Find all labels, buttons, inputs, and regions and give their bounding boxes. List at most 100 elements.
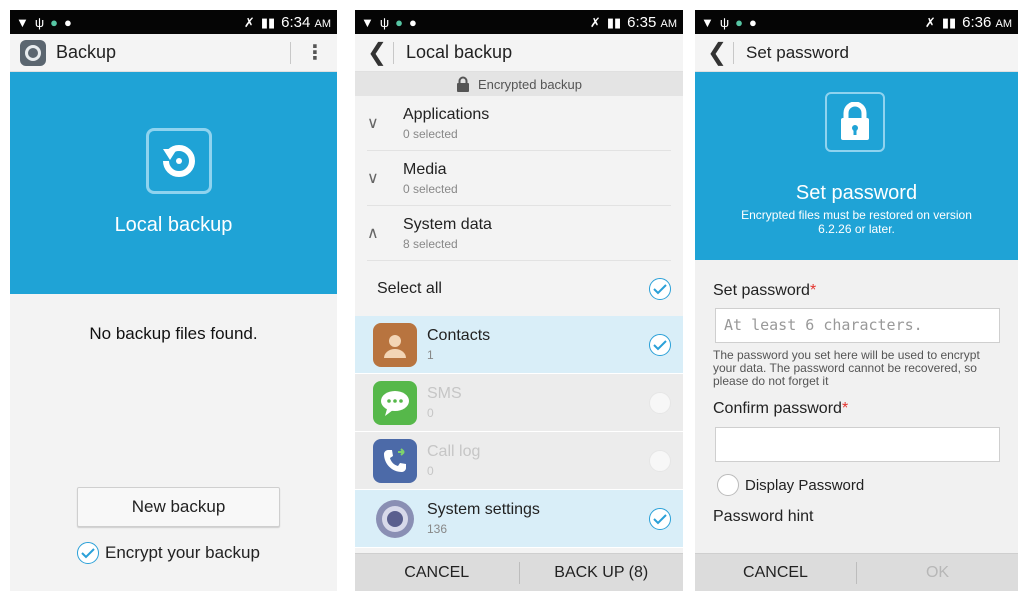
encrypt-label: Encrypt your backup: [105, 543, 260, 562]
usb-icon: ψ: [34, 14, 45, 30]
wifi-icon: ▼: [701, 14, 714, 30]
check-icon: [77, 542, 99, 564]
category-media[interactable]: ∨ Media 0 selected: [367, 151, 671, 206]
category-title: Applications: [403, 105, 490, 123]
encrypt-checkbox[interactable]: Encrypt your backup: [77, 542, 260, 564]
item-call-log[interactable]: Call log 0: [355, 432, 683, 490]
select-all-check-icon[interactable]: [649, 277, 671, 300]
category-system-data[interactable]: ∧ System data 8 selected: [367, 206, 671, 261]
status-time: 6:35 AM: [627, 13, 677, 31]
set-password-hero: Set password Encrypted files must be res…: [695, 72, 1018, 260]
bottom-action-bar: CANCEL BACK UP (8): [355, 553, 683, 591]
item-check-icon[interactable]: [649, 333, 671, 356]
page-title: Local backup: [406, 42, 513, 62]
category-title: Media: [403, 160, 447, 178]
usb-icon: ψ: [379, 14, 390, 30]
contacts-icon: [373, 322, 417, 367]
select-all-label: Select all: [377, 279, 442, 297]
back-icon[interactable]: ❮: [707, 38, 727, 67]
category-count: 0 selected: [403, 181, 458, 196]
sms-icon: [373, 380, 417, 425]
item-title: Contacts: [427, 327, 491, 344]
cancel-button[interactable]: CANCEL: [355, 564, 519, 582]
item-check-icon[interactable]: [649, 391, 671, 414]
divider: [733, 41, 734, 64]
chevron-up-icon: ∧: [367, 225, 379, 242]
wifi-icon: ▼: [16, 14, 29, 30]
category-count: 0 selected: [403, 126, 458, 141]
status-bar: ▼ ψ ● ● ✗ ▮▮ 6:35 AM: [355, 10, 683, 34]
app-notification-icon: ●: [50, 14, 59, 30]
set-password-screen: ▼ ψ ● ● ✗ ▮▮ 6:36 AM ❮ Set password Set …: [695, 10, 1018, 591]
battery-icon: ▮▮: [941, 14, 957, 30]
app-notification-icon: ●: [735, 14, 744, 30]
hero-title: Set password: [795, 182, 918, 204]
local-backup-hero[interactable]: Local backup: [10, 72, 337, 294]
item-count: 0: [427, 406, 434, 420]
item-check-icon[interactable]: [649, 449, 671, 472]
back-up-button[interactable]: BACK UP (8): [520, 564, 684, 582]
backup-screen: ▼ ψ ● ● ✗ ▮▮ 6:34 AM Backup ⋮ Local back…: [10, 10, 337, 591]
backup-app-icon[interactable]: [20, 39, 46, 66]
ok-button[interactable]: OK: [857, 564, 1018, 582]
category-applications[interactable]: ∨ Applications 0 selected: [367, 96, 671, 151]
status-bar: ▼ ψ ● ● ✗ ▮▮ 6:36 AM: [695, 10, 1018, 34]
wifi-icon: ▼: [361, 14, 374, 30]
new-backup-button[interactable]: New backup: [77, 487, 280, 527]
action-bar: Backup ⋮: [10, 34, 337, 72]
action-bar: ❮ Set password: [695, 34, 1018, 72]
action-bar: ❮ Local backup: [355, 34, 683, 72]
android-icon: ●: [64, 14, 72, 30]
chevron-down-icon: ∨: [367, 115, 379, 132]
select-all-row[interactable]: Select all: [355, 261, 683, 316]
password-hint-text: The password you set here will be used t…: [713, 348, 980, 388]
password-hint-label: Password hint: [713, 508, 814, 525]
password-input[interactable]: At least 6 characters.: [715, 308, 1000, 343]
page-title: Backup: [56, 42, 117, 62]
lock-icon: [825, 92, 885, 152]
signal-muted-icon: ✗: [243, 14, 255, 30]
item-count: 1: [427, 348, 434, 362]
encrypted-label: Encrypted backup: [477, 76, 583, 92]
empty-message: No backup files found.: [89, 324, 258, 343]
item-check-icon[interactable]: [649, 507, 671, 530]
cancel-button[interactable]: CANCEL: [695, 564, 856, 582]
status-bar: ▼ ψ ● ● ✗ ▮▮ 6:34 AM: [10, 10, 337, 34]
item-contacts[interactable]: Contacts 1: [355, 316, 683, 374]
category-count: 8 selected: [403, 236, 458, 251]
call-log-icon: [373, 438, 417, 483]
category-title: System data: [403, 215, 492, 233]
item-sms[interactable]: SMS 0: [355, 374, 683, 432]
signal-muted-icon: ✗: [924, 14, 936, 30]
confirm-password-input[interactable]: [715, 427, 1000, 462]
lock-icon: [456, 76, 469, 92]
battery-icon: ▮▮: [606, 14, 622, 30]
divider: [290, 41, 291, 64]
display-password-label: Display Password: [745, 476, 865, 494]
chevron-down-icon: ∨: [367, 170, 379, 187]
hero-title: Local backup: [114, 214, 233, 236]
android-icon: ●: [749, 14, 757, 30]
usb-icon: ψ: [719, 14, 730, 30]
item-title: System settings: [427, 501, 540, 518]
app-notification-icon: ●: [395, 14, 404, 30]
restore-icon: [146, 128, 212, 194]
confirm-password-label: Confirm password*: [713, 400, 849, 417]
item-count: 0: [427, 464, 434, 478]
encrypted-banner: Encrypted backup: [355, 72, 683, 96]
local-backup-screen: ▼ ψ ● ● ✗ ▮▮ 6:35 AM ❮ Local backup Encr…: [355, 10, 683, 591]
item-count: 136: [427, 522, 448, 536]
hero-subtitle: Encrypted files must be restored on vers…: [741, 208, 972, 236]
battery-icon: ▮▮: [260, 14, 276, 30]
radio-icon: [717, 474, 739, 496]
settings-icon: [373, 497, 417, 541]
status-time: 6:34 AM: [281, 13, 331, 31]
display-password-toggle[interactable]: Display Password: [717, 474, 1018, 496]
back-icon[interactable]: ❮: [367, 38, 387, 67]
password-label: Set password*: [713, 282, 817, 299]
signal-muted-icon: ✗: [589, 14, 601, 30]
overflow-menu-icon[interactable]: ⋮: [305, 43, 325, 63]
item-title: Call log: [427, 443, 481, 460]
bottom-action-bar: CANCEL OK: [695, 553, 1018, 591]
item-system-settings[interactable]: System settings 136: [355, 490, 683, 548]
